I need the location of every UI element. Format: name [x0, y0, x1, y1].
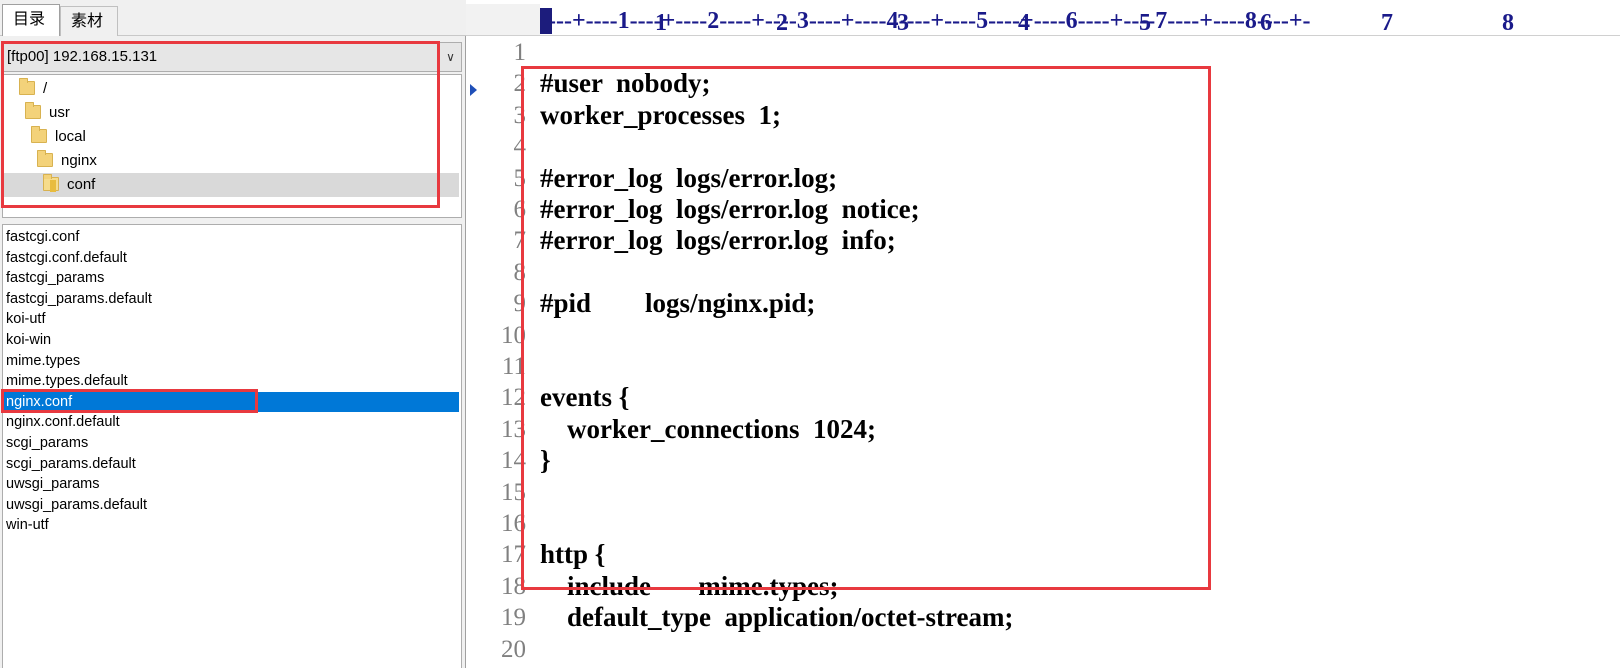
- ruler-number: 8: [1502, 10, 1514, 36]
- line-number: 9: [513, 290, 527, 318]
- file-item[interactable]: fastcgi.conf.default: [3, 248, 459, 269]
- file-item[interactable]: fastcgi.conf: [3, 227, 459, 248]
- code-line: http {: [540, 539, 606, 570]
- tree-item-label: local: [55, 128, 86, 145]
- text-editor[interactable]: ----+----1----+----2----+----3----+----4…: [466, 0, 1620, 668]
- line-number: 5: [513, 164, 527, 192]
- folder-icon: [25, 102, 41, 119]
- file-item-selected[interactable]: nginx.conf: [3, 391, 459, 413]
- file-item[interactable]: koi-utf: [3, 309, 459, 330]
- code-line: worker_connections 1024;: [540, 413, 876, 444]
- line-number: 7: [513, 227, 527, 255]
- file-item[interactable]: scgi_params.default: [3, 454, 459, 475]
- chevron-down-icon[interactable]: ∨: [439, 43, 461, 71]
- code-line: }: [540, 445, 551, 476]
- tree-item-nginx[interactable]: nginx: [37, 149, 97, 173]
- tab-directory[interactable]: 目录: [2, 4, 60, 36]
- line-number: 10: [501, 321, 526, 349]
- tree-item-root[interactable]: /: [19, 77, 47, 101]
- code-line: #pid logs/nginx.pid;: [540, 288, 816, 319]
- file-item[interactable]: scgi_params: [3, 433, 459, 454]
- tree-item-label: conf: [67, 176, 96, 193]
- panel-tabbar: 目录 素材: [0, 0, 466, 36]
- ruler-number: 1: [655, 10, 667, 36]
- line-number: 15: [501, 478, 526, 506]
- line-number: 18: [501, 572, 526, 600]
- code-line: worker_processes 1;: [540, 99, 781, 130]
- folder-open-icon: [43, 174, 59, 192]
- line-number: 12: [501, 384, 526, 412]
- file-item[interactable]: fastcgi_params: [3, 268, 459, 289]
- line-number: 11: [501, 353, 526, 380]
- line-number: 8: [513, 258, 527, 286]
- code-line: include mime.types;: [540, 570, 839, 601]
- code-line: #error_log logs/error.log notice;: [540, 194, 920, 224]
- file-item[interactable]: fastcgi_params.default: [3, 289, 459, 310]
- ruler-cursor-marker: [540, 8, 552, 34]
- file-list: fastcgi.conf fastcgi.conf.default fastcg…: [2, 224, 462, 668]
- line-number: 16: [501, 510, 526, 537]
- line-number: 3: [513, 101, 527, 129]
- file-item[interactable]: win-utf: [3, 515, 459, 536]
- file-item[interactable]: uwsgi_params.default: [3, 495, 459, 516]
- line-number: 6: [513, 196, 527, 223]
- tree-item-local[interactable]: local: [31, 125, 86, 149]
- tree-item-label: usr: [49, 104, 70, 121]
- file-item[interactable]: mime.types.default: [3, 371, 459, 392]
- file-item[interactable]: koi-win: [3, 330, 459, 351]
- tree-item-conf[interactable]: conf: [43, 173, 95, 197]
- folder-icon: [31, 126, 47, 143]
- tree-item-usr[interactable]: usr: [25, 101, 70, 125]
- file-item[interactable]: nginx.conf.default: [3, 412, 459, 433]
- code-line: events {: [540, 382, 630, 413]
- ruler-number: 2: [776, 10, 788, 36]
- ftp-account-select[interactable]: [ftp00] 192.168.15.131 ∨: [2, 42, 462, 72]
- code-line: #error_log logs/error.log info;: [540, 225, 896, 256]
- line-number: 2: [513, 70, 527, 98]
- line-number: 14: [501, 447, 526, 475]
- file-browser-panel: 目录 素材 [ftp00] 192.168.15.131 ∨ / usr loc…: [0, 0, 466, 668]
- code-line: #user nobody;: [540, 68, 711, 99]
- line-number: 1: [513, 39, 527, 66]
- tab-materials[interactable]: 素材: [60, 6, 118, 36]
- ruler-number: 5: [1139, 10, 1151, 36]
- line-number: 4: [513, 133, 527, 161]
- file-item[interactable]: mime.types: [3, 351, 459, 372]
- ruler-gutter: [466, 4, 540, 35]
- column-ruler: ----+----1----+----2----+----3----+----4…: [466, 4, 1620, 36]
- file-item[interactable]: uwsgi_params: [3, 474, 459, 495]
- ruler-number: 4: [1018, 10, 1030, 36]
- code-line: #error_log logs/error.log;: [540, 162, 838, 193]
- tree-item-label: /: [43, 80, 48, 97]
- line-number: 20: [501, 635, 526, 663]
- line-number-gutter: 1 2 3 4 5 6 7 8 9 10 11 12 13 14 15 16 17 18 19 20: [466, 36, 536, 668]
- directory-tree: / usr local nginx conf: [2, 74, 462, 218]
- code-line: default_type application/octet-stream;: [540, 602, 1014, 633]
- ruler-number: 6: [1260, 10, 1272, 36]
- line-number: 19: [501, 604, 526, 632]
- ruler-number: 7: [1381, 10, 1393, 36]
- line-number: 17: [501, 541, 526, 569]
- tree-item-label: nginx: [61, 152, 97, 169]
- folder-icon: [19, 78, 35, 95]
- ruler-number: 3: [897, 10, 909, 36]
- line-number: 13: [501, 415, 526, 443]
- ftp-account-value: [ftp00] 192.168.15.131: [7, 48, 158, 65]
- folder-icon: [37, 150, 53, 167]
